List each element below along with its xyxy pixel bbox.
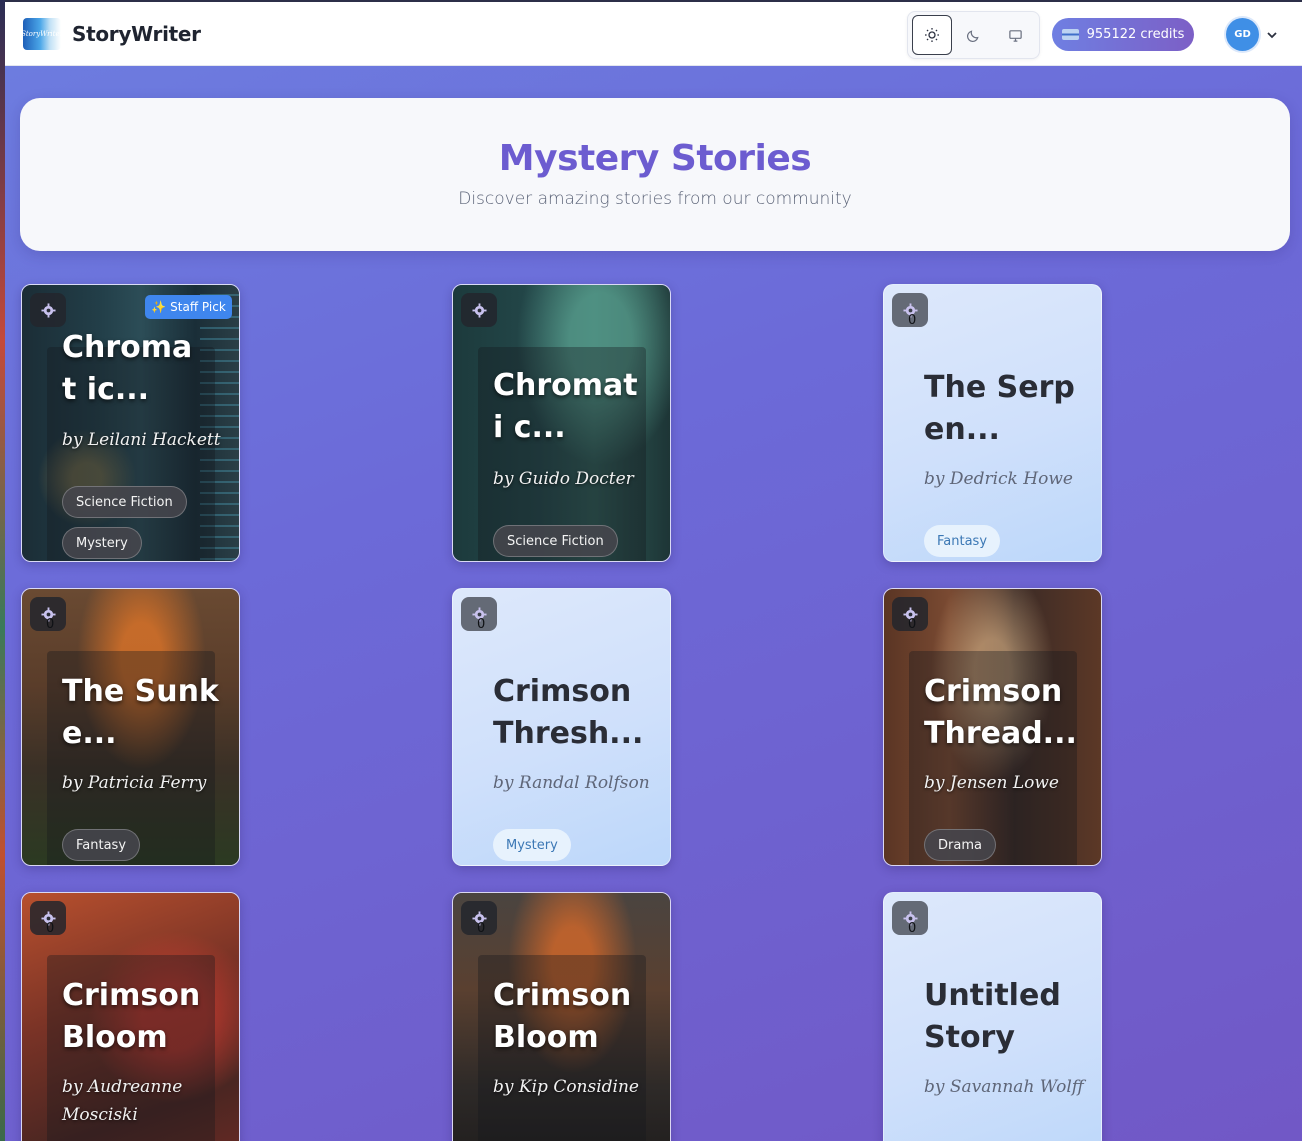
- chevron-down-icon[interactable]: [1265, 28, 1279, 42]
- story-card[interactable]: ✨ Staff Pick Chromat ic... by Leilani Ha…: [21, 284, 240, 562]
- story-author: by Savannah Wolff: [924, 1077, 1084, 1097]
- genre-tag[interactable]: Fantasy: [62, 829, 141, 861]
- genre-tag[interactable]: Mystery: [62, 527, 142, 559]
- story-author: by Kip Considine: [493, 1077, 639, 1097]
- story-card[interactable]: 0 Crimson Bloom by Kip Considine: [452, 892, 671, 1141]
- theme-dark-button[interactable]: [954, 15, 994, 55]
- story-card[interactable]: Chromati c... by Guido Docter Science Fi…: [452, 284, 671, 562]
- theme-light-button[interactable]: [912, 15, 952, 55]
- story-author: by Guido Docter: [493, 469, 634, 489]
- staff-pick-label: Staff Pick: [170, 300, 226, 314]
- credits-label: 955122 credits: [1086, 27, 1185, 42]
- story-title: Untitled Story: [924, 978, 1061, 1055]
- like-count: 0: [908, 617, 917, 632]
- story-title: Crimson Thresh...: [493, 674, 644, 751]
- story-card[interactable]: 0 The Sunke... by Patricia Ferry Fantasy: [21, 588, 240, 866]
- story-title: The Sunke...: [62, 674, 219, 751]
- app-header: StoryWriter StoryWriter 955122 credits G…: [5, 2, 1302, 66]
- story-card[interactable]: 0 Untitled Story by Savannah Wolff: [883, 892, 1102, 1141]
- credit-card-icon: [1061, 29, 1079, 40]
- theme-switcher: [907, 11, 1040, 59]
- story-title: Chromat ic...: [62, 330, 193, 407]
- sun-icon: [924, 28, 939, 42]
- page-subtitle: Discover amazing stories from our commun…: [458, 189, 852, 209]
- story-author: by Audreanne Mosciski: [62, 1077, 183, 1125]
- brand-name[interactable]: StoryWriter: [72, 22, 201, 46]
- monitor-icon: [1008, 29, 1022, 42]
- story-author: by Jensen Lowe: [924, 773, 1059, 793]
- theme-system-button[interactable]: [995, 15, 1035, 55]
- page-hero: Mystery Stories Discover amazing stories…: [20, 98, 1290, 251]
- genre-tag[interactable]: Drama: [924, 829, 996, 861]
- genre-tag[interactable]: Science Fiction: [493, 525, 618, 557]
- user-avatar[interactable]: GD: [1226, 18, 1259, 51]
- gear-icon: [471, 302, 487, 318]
- story-card[interactable]: 0 The Serpen... by Dedrick Howe Fantasy: [883, 284, 1102, 562]
- story-card[interactable]: 0 Crimson Bloom by Audreanne Mosciski: [21, 892, 240, 1141]
- settings-button[interactable]: [461, 293, 497, 327]
- like-count: 0: [477, 921, 486, 936]
- story-title: Chromati c...: [493, 368, 638, 445]
- genre-tag[interactable]: Fantasy: [924, 525, 1001, 557]
- gear-icon: [40, 302, 56, 318]
- desktop-background-edge: [0, 0, 5, 1141]
- story-author: by Leilani Hackett: [62, 430, 221, 450]
- sparkle-icon: ✨: [151, 300, 167, 314]
- story-author: by Randal Rolfson: [493, 773, 650, 793]
- settings-button[interactable]: [30, 293, 66, 327]
- story-card[interactable]: 0 Crimson Thread... by Jensen Lowe Drama: [883, 588, 1102, 866]
- like-count: 0: [477, 617, 486, 632]
- story-author: by Patricia Ferry: [62, 773, 207, 793]
- page-title: Mystery Stories: [498, 138, 812, 179]
- story-title: The Serpen...: [924, 370, 1075, 447]
- logo-text: StoryWriter: [23, 30, 61, 38]
- story-title: Crimson Thread...: [924, 674, 1077, 751]
- like-count: 0: [908, 313, 917, 328]
- story-author: by Dedrick Howe: [924, 469, 1073, 489]
- like-count: 0: [908, 921, 917, 936]
- like-count: 0: [46, 617, 55, 632]
- story-title: Crimson Bloom: [62, 978, 201, 1055]
- story-title: Crimson Bloom: [493, 978, 632, 1055]
- story-card[interactable]: 0 Crimson Thresh... by Randal Rolfson My…: [452, 588, 671, 866]
- genre-tag[interactable]: Mystery: [493, 829, 571, 861]
- moon-icon: [966, 29, 979, 42]
- genre-tag[interactable]: Science Fiction: [62, 486, 187, 518]
- credits-button[interactable]: 955122 credits: [1052, 18, 1194, 51]
- app-logo[interactable]: StoryWriter: [23, 18, 61, 50]
- like-count: 0: [46, 921, 55, 936]
- staff-pick-badge: ✨ Staff Pick: [145, 295, 232, 319]
